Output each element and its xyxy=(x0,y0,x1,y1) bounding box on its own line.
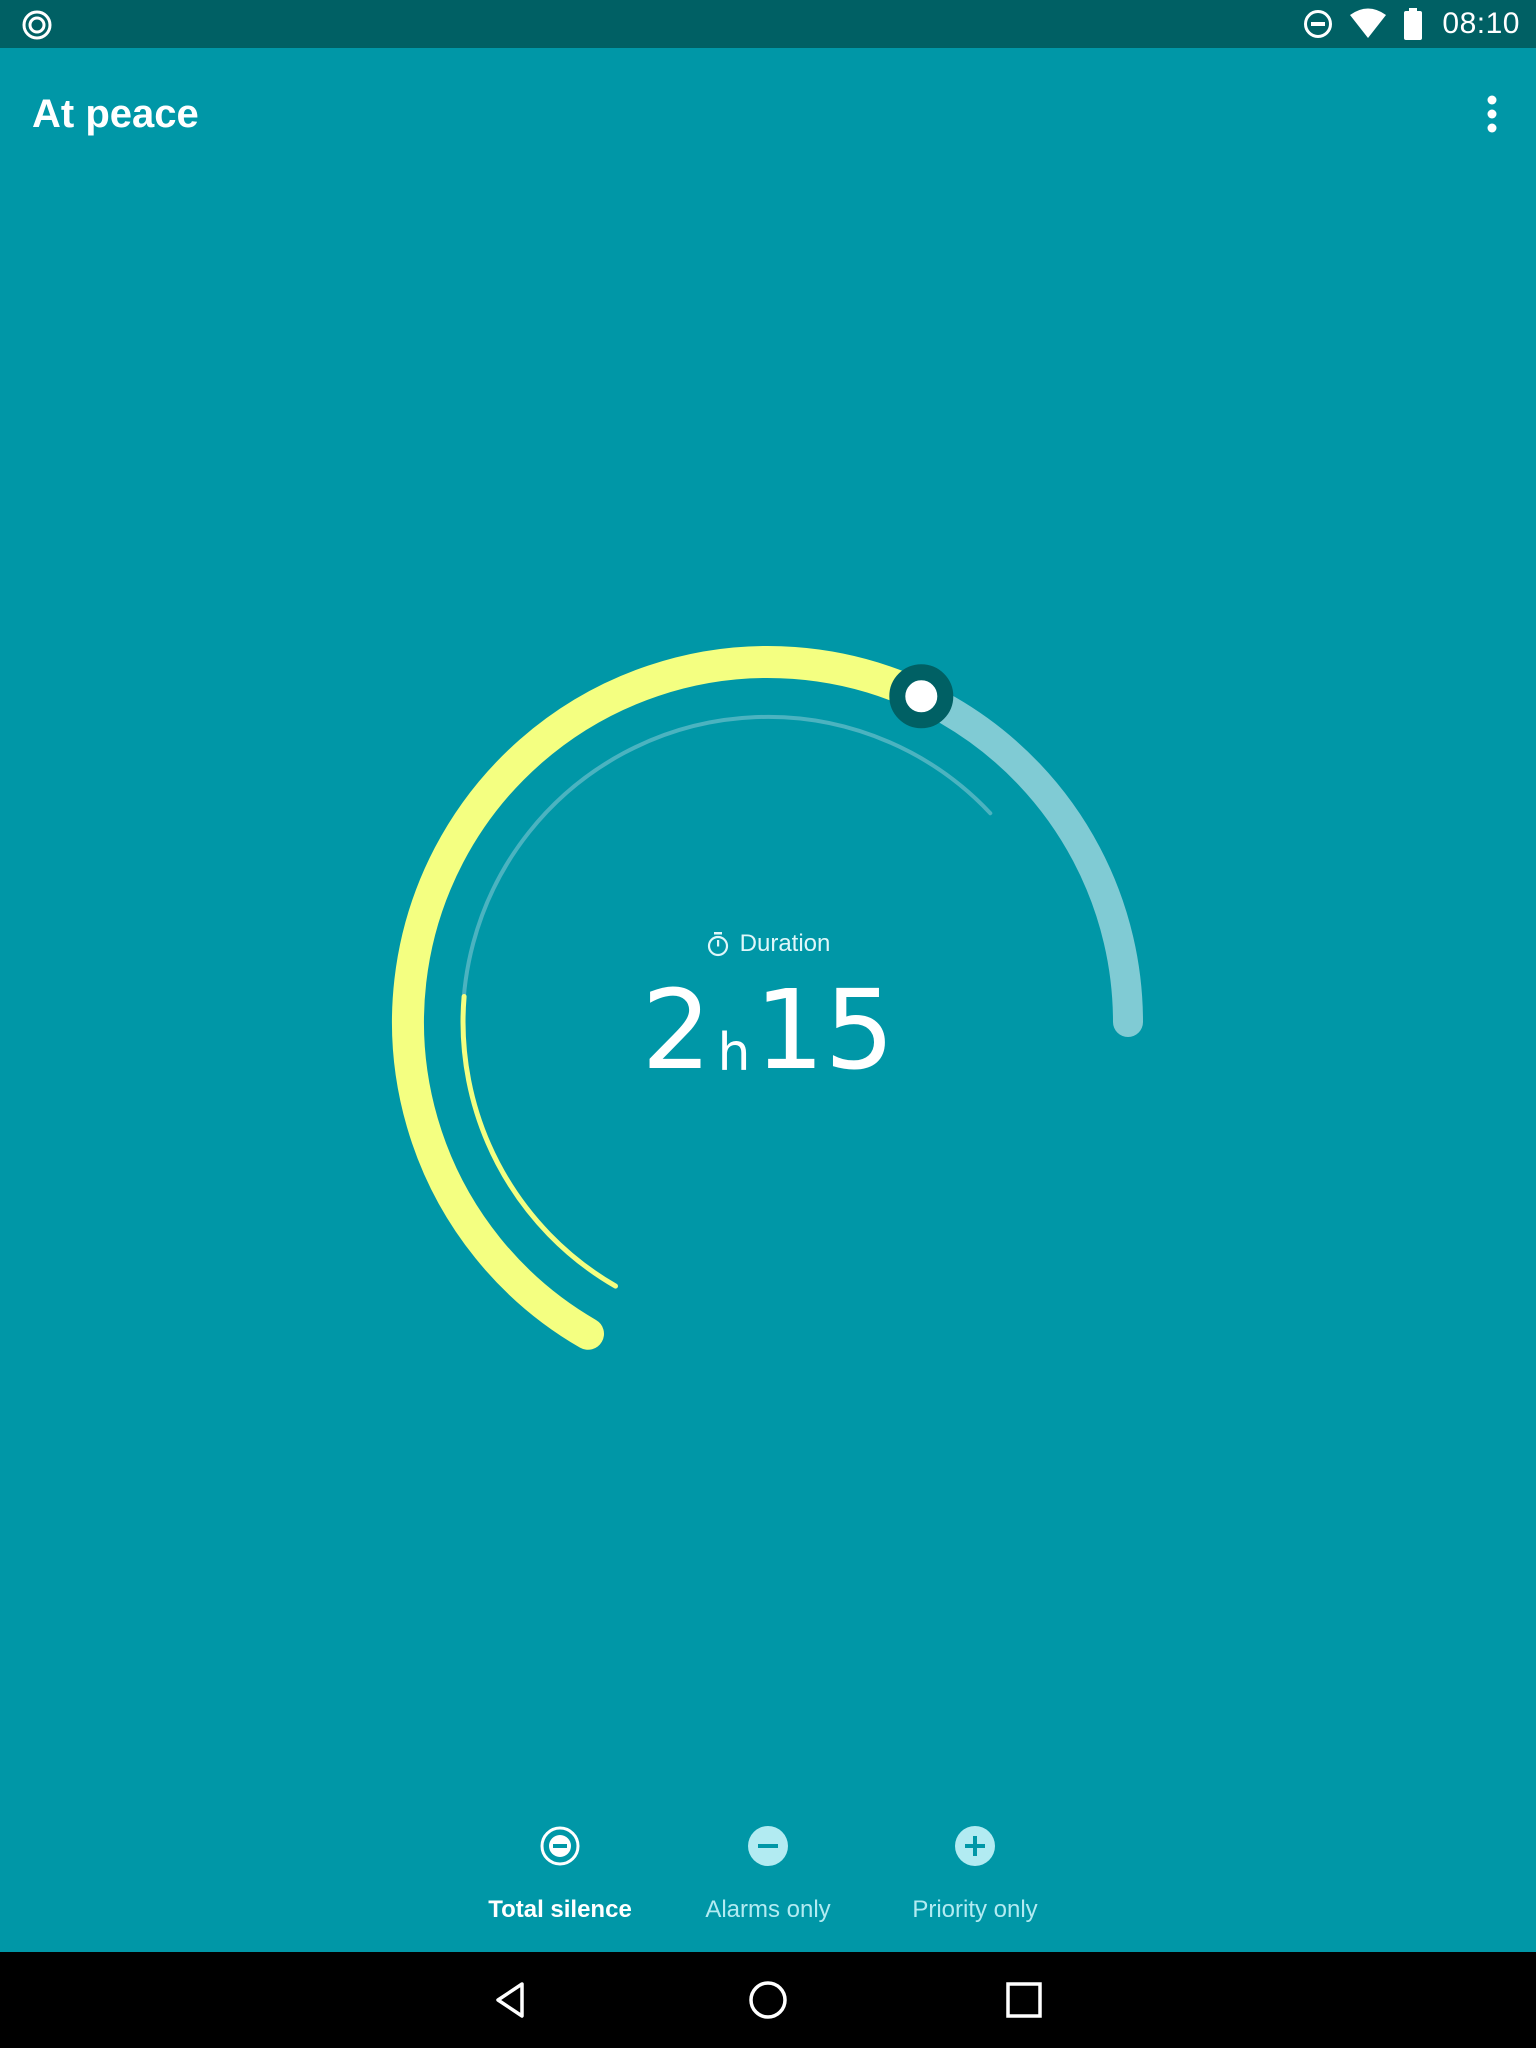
mode-label: Priority only xyxy=(912,1896,1038,1923)
minus-circle-outline-icon xyxy=(540,1826,580,1866)
duration-label-row: Duration xyxy=(0,930,1536,958)
dial-handle[interactable] xyxy=(889,664,954,729)
duration-value: 2 h 15 xyxy=(0,975,1536,1085)
duration-label: Duration xyxy=(739,930,831,957)
recents-icon[interactable] xyxy=(998,1974,1050,2026)
mode-selector: Total silence Alarms only Priority only xyxy=(0,1820,1536,1930)
duration-hours-unit: h xyxy=(717,1023,751,1083)
mode-label: Total silence xyxy=(488,1896,632,1923)
home-icon[interactable] xyxy=(742,1974,794,2026)
mode-label: Alarms only xyxy=(705,1896,831,1923)
timer-icon xyxy=(707,932,728,957)
mode-alarms-only[interactable]: Alarms only xyxy=(668,1820,868,1930)
navigation-bar xyxy=(0,1952,1536,2048)
back-icon[interactable] xyxy=(486,1974,538,2026)
minus-circle-icon xyxy=(748,1826,788,1866)
mode-priority-only[interactable]: Priority only xyxy=(875,1820,1075,1930)
duration-hours: 2 xyxy=(641,966,712,1094)
mode-total-silence[interactable]: Total silence xyxy=(460,1820,660,1930)
screen: 08:10 At peace Duration 2 h 15 Total sil… xyxy=(0,0,1536,2048)
plus-circle-icon xyxy=(955,1826,995,1866)
duration-minutes: 15 xyxy=(754,966,895,1094)
